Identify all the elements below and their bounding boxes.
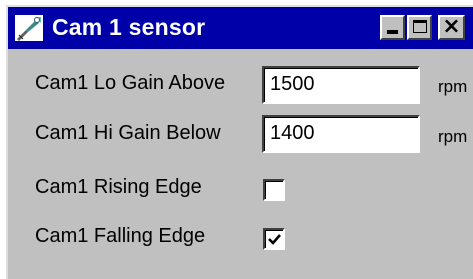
title-bar[interactable]: Cam 1 sensor × (8, 7, 473, 49)
wrench-icon (14, 14, 44, 42)
rising-edge-checkbox[interactable] (263, 179, 285, 201)
hi-gain-unit: rpm (438, 127, 468, 146)
close-icon: × (442, 15, 461, 39)
lo-gain-input[interactable]: 1500 (262, 66, 420, 104)
close-button[interactable]: × (438, 15, 465, 40)
rising-edge-label: Cam1 Rising Edge (35, 176, 202, 198)
hi-gain-input[interactable]: 1400 (262, 115, 420, 153)
minimize-icon (387, 30, 398, 34)
window-title: Cam 1 sensor (52, 14, 206, 40)
hi-gain-label: Cam1 Hi Gain Below (35, 122, 221, 144)
maximize-icon (413, 20, 427, 33)
maximize-button[interactable] (407, 15, 432, 40)
falling-edge-checkbox[interactable] (263, 228, 285, 250)
falling-edge-label: Cam1 Falling Edge (35, 225, 206, 247)
lo-gain-label: Cam1 Lo Gain Above (35, 72, 226, 94)
minimize-button[interactable] (380, 15, 405, 40)
cam1-sensor-window: Cam 1 sensor × Cam1 Lo Gain Above 1500 r… (6, 5, 473, 279)
lo-gain-unit: rpm (438, 77, 468, 96)
checkmark-icon (268, 234, 281, 245)
settings-panel: Cam1 Lo Gain Above 1500 rpm Cam1 Hi Gain… (8, 49, 473, 279)
